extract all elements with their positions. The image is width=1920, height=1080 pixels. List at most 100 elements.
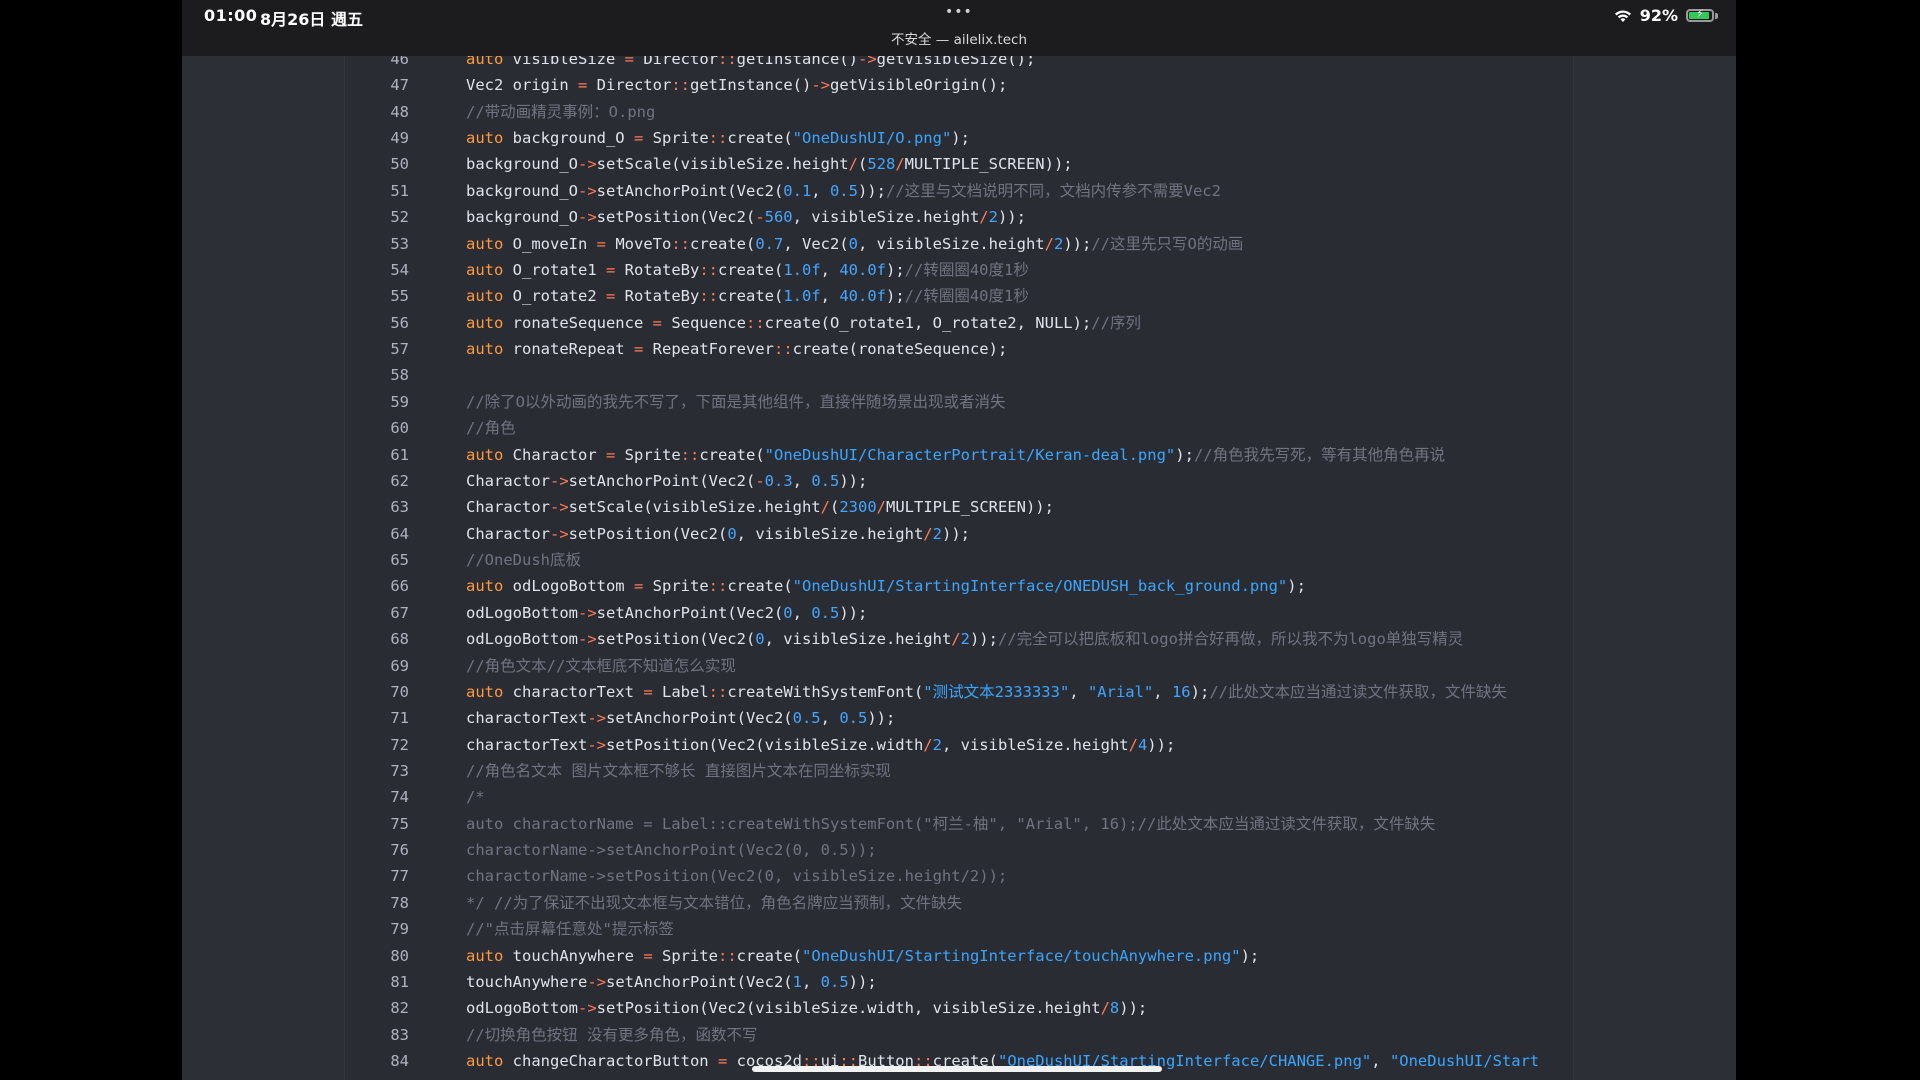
code-token: = bbox=[605, 445, 616, 464]
code-line[interactable]: 63 Charactor->setScale(visibleSize.height… bbox=[345, 494, 1573, 520]
code-line[interactable]: 74 /* bbox=[345, 784, 1573, 810]
code-line[interactable]: 52 background_O->setPosition(Vec2(-560, v… bbox=[345, 204, 1573, 230]
code-line[interactable]: 77 charactorName->setPosition(Vec2(0, vis… bbox=[345, 863, 1573, 889]
code-text: Charactor->setScale(visibleSize.height/(… bbox=[466, 494, 1054, 520]
code-token: , visibleSize.height bbox=[764, 630, 952, 649]
code-token: ); bbox=[1240, 946, 1260, 965]
code-line[interactable]: 79 //"点击屏幕任意处"提示标签 bbox=[345, 916, 1573, 942]
code-token: )); bbox=[997, 208, 1026, 227]
code-token: Sprite bbox=[652, 946, 718, 965]
code-token: , visibleSize.height bbox=[858, 234, 1045, 253]
code-line[interactable]: 53 auto O_moveIn = MoveTo::create(0.7, Ve… bbox=[345, 231, 1573, 257]
code-token: )); bbox=[867, 709, 896, 728]
code-token: ); bbox=[1287, 577, 1306, 596]
code-line[interactable]: 56 auto ronateSequence = Sequence::create… bbox=[345, 310, 1573, 336]
code-text: touchAnywhere->setAnchorPoint(Vec2(1, 0.… bbox=[466, 969, 877, 995]
code-line[interactable]: 61 auto Charactor = Sprite::create("OneDu… bbox=[345, 442, 1573, 468]
code-token: , bbox=[792, 603, 812, 622]
code-token: auto bbox=[466, 682, 504, 701]
code-token: -> bbox=[577, 208, 597, 227]
code-line[interactable]: 59 //除了O以外动画的我先不写了，下面是其他组件，直接伴随场景出现或者消失 bbox=[345, 389, 1573, 415]
code-line[interactable]: 64 Charactor->setPosition(Vec2(0, visible… bbox=[345, 521, 1573, 547]
code-line[interactable]: 69 //角色文本//文本框底不知道怎么实现 bbox=[345, 653, 1573, 679]
code-text: //"点击屏幕任意处"提示标签 bbox=[466, 916, 674, 942]
code-line[interactable]: 57 auto ronateRepeat = RepeatForever::cre… bbox=[345, 336, 1573, 362]
address-bar-url[interactable]: 不安全 — ailelix.tech bbox=[182, 28, 1736, 48]
code-token: */ //为了保证不出现文本框与文本错位，角色名牌应当预制，文件缺失 bbox=[466, 893, 963, 912]
code-line[interactable]: 55 auto O_rotate2 = RotateBy::create(1.0f… bbox=[345, 283, 1573, 309]
code-token: //OneDush底板 bbox=[466, 551, 581, 570]
code-token: = bbox=[643, 946, 653, 965]
code-token: , bbox=[1371, 1052, 1390, 1071]
code-line[interactable]: 49 auto background_O = Sprite::create("On… bbox=[345, 125, 1573, 151]
code-token: 40.0f bbox=[839, 260, 886, 279]
code-viewer[interactable]: 46 auto visibleSize = Director::getInstan… bbox=[344, 56, 1574, 1080]
code-line[interactable]: 48 //带动画精灵事例：O.png bbox=[345, 99, 1573, 125]
code-token: 560 bbox=[764, 208, 793, 227]
ipad-screen: 01:00 8月26日 週五 ••• 不安全 — ailelix.tech 92… bbox=[182, 0, 1736, 1080]
line-number: 55 bbox=[390, 287, 409, 306]
line-number: 67 bbox=[390, 603, 409, 622]
code-line[interactable]: 58 bbox=[345, 362, 1573, 388]
code-token: "OneDushUI/O.png" bbox=[792, 129, 952, 148]
code-token: )); bbox=[839, 471, 868, 490]
code-token: O_moveIn bbox=[503, 234, 597, 253]
code-line[interactable]: 66 auto odLogoBottom = Sprite::create("On… bbox=[345, 573, 1573, 599]
code-line[interactable]: 67 odLogoBottom->setAnchorPoint(Vec2(0, 0… bbox=[345, 600, 1573, 626]
code-line[interactable]: 76 charactorName->setAnchorPoint(Vec2(0, … bbox=[345, 837, 1573, 863]
code-token: Director bbox=[634, 56, 718, 68]
code-token: , bbox=[811, 181, 830, 200]
line-number: 70 bbox=[390, 682, 409, 701]
code-token: "测试文本2333333" bbox=[923, 682, 1070, 701]
code-line[interactable]: 83 //切换角色按钮 没有更多角色，函数不写 bbox=[345, 1022, 1573, 1048]
code-line[interactable]: 62 Charactor->setAnchorPoint(Vec2(-0.3, 0… bbox=[345, 468, 1573, 494]
code-line[interactable]: 46 auto visibleSize = Director::getInstan… bbox=[345, 56, 1573, 72]
code-text: auto charactorText = Label::createWithSy… bbox=[466, 679, 1507, 705]
code-token: :: bbox=[671, 76, 690, 95]
code-token: getInstance() bbox=[736, 56, 858, 68]
code-token: 0.5 bbox=[820, 972, 849, 991]
code-line[interactable]: 50 background_O->setScale(visibleSize.hei… bbox=[345, 151, 1573, 177]
code-token: 0 bbox=[755, 630, 765, 649]
code-token: setPosition(Vec2(visibleSize.width bbox=[606, 735, 924, 754]
home-indicator[interactable] bbox=[752, 1066, 1162, 1072]
code-line[interactable]: 54 auto O_rotate1 = RotateBy::create(1.0f… bbox=[345, 257, 1573, 283]
code-token: background_O bbox=[503, 129, 634, 148]
code-token: create( bbox=[699, 445, 765, 464]
code-token: , bbox=[820, 287, 840, 306]
code-token: odLogoBottom bbox=[503, 577, 634, 596]
code-token: auto bbox=[466, 313, 504, 332]
code-token: 0.5 bbox=[811, 471, 840, 490]
code-line[interactable]: 80 auto touchAnywhere = Sprite::create("O… bbox=[345, 943, 1573, 969]
code-token: , visibleSize.height bbox=[792, 208, 980, 227]
code-token: Charactor bbox=[503, 445, 606, 464]
code-line[interactable]: 71 charactorText->setAnchorPoint(Vec2(0.5… bbox=[345, 705, 1573, 731]
line-number: 75 bbox=[390, 814, 409, 833]
code-token: / bbox=[820, 498, 830, 517]
code-token: ); bbox=[1175, 445, 1194, 464]
code-token: auto bbox=[466, 129, 504, 148]
code-line[interactable]: 70 auto charactorText = Label::createWith… bbox=[345, 679, 1573, 705]
code-line[interactable]: 72 charactorText->setPosition(Vec2(visibl… bbox=[345, 732, 1573, 758]
code-token: -> bbox=[577, 603, 597, 622]
code-token: getInstance() bbox=[690, 76, 812, 95]
code-line[interactable]: 65 //OneDush底板 bbox=[345, 547, 1573, 573]
code-token: )); bbox=[1147, 735, 1176, 754]
code-line[interactable]: 73 //角色名文本 图片文本框不够长 直接图片文本在同坐标实现 bbox=[345, 758, 1573, 784]
code-token: Charactor bbox=[466, 524, 550, 543]
code-token: setPosition(Vec2( bbox=[596, 208, 756, 227]
code-line[interactable]: 51 background_O->setAnchorPoint(Vec2(0.1,… bbox=[345, 178, 1573, 204]
code-line[interactable]: 68 odLogoBottom->setPosition(Vec2(0, visi… bbox=[345, 626, 1573, 652]
code-token: , visibleSize.height bbox=[941, 735, 1129, 754]
code-token: auto bbox=[466, 577, 504, 596]
multitasking-dots-icon[interactable]: ••• bbox=[945, 4, 973, 20]
code-token: create( bbox=[718, 287, 784, 306]
code-token: 0.5 bbox=[829, 181, 858, 200]
code-line[interactable]: 60 //角色 bbox=[345, 415, 1573, 441]
code-line[interactable]: 78 */ //为了保证不出现文本框与文本错位，角色名牌应当预制，文件缺失 bbox=[345, 890, 1573, 916]
code-line[interactable]: 81 touchAnywhere->setAnchorPoint(Vec2(1, … bbox=[345, 969, 1573, 995]
code-line[interactable]: 75 auto charactorName = Label::createWith… bbox=[345, 811, 1573, 837]
code-line[interactable]: 82 odLogoBottom->setPosition(Vec2(visible… bbox=[345, 995, 1573, 1021]
code-line[interactable]: 47 Vec2 origin = Director::getInstance()-… bbox=[345, 72, 1573, 98]
code-token: / bbox=[876, 498, 886, 517]
